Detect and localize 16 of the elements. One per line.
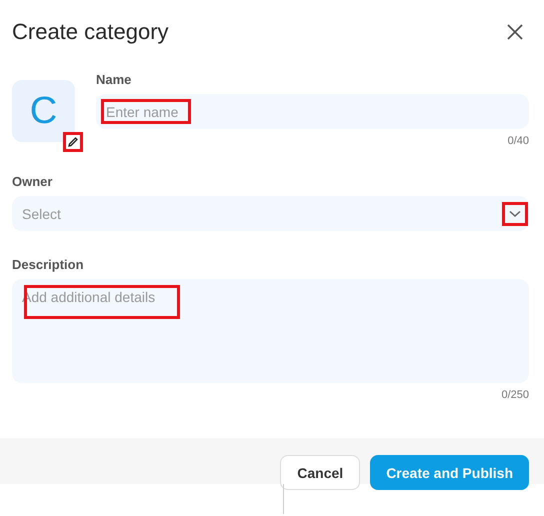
pencil-icon: [67, 136, 79, 148]
field-label: Owner: [12, 174, 54, 189]
close-icon[interactable]: [507, 24, 523, 40]
character-counter: 0/250: [501, 389, 529, 401]
select-placeholder: Select: [22, 206, 61, 222]
name-field[interactable]: Enter name: [96, 94, 529, 129]
dialog-title: Create category: [12, 19, 169, 45]
character-counter: 0/40: [508, 135, 529, 147]
edit-button[interactable]: [63, 132, 83, 152]
field-label: Description: [12, 257, 85, 272]
cancel-button[interactable]: Cancel: [280, 455, 360, 490]
chevron-down-icon[interactable]: [509, 210, 521, 218]
publish-button[interactable]: Create and Publish: [370, 455, 529, 490]
owner-select[interactable]: Select: [12, 196, 529, 231]
field-label: Name: [96, 72, 132, 87]
avatar-letter: C: [30, 90, 58, 132]
